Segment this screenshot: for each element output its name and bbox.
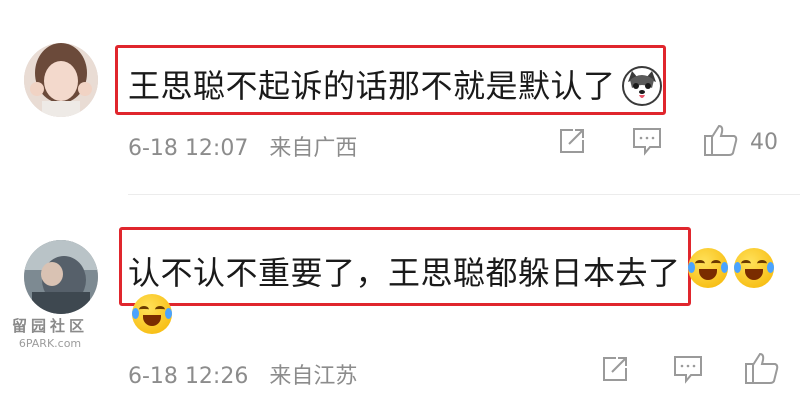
divider xyxy=(128,194,800,195)
comment-date: 6-18 xyxy=(128,364,178,389)
comment-meta: 6-18 12:07 来自广西 xyxy=(128,130,357,162)
thumbs-up-icon[interactable] xyxy=(744,351,780,389)
share-icon[interactable] xyxy=(600,354,630,388)
husky-emoji-icon xyxy=(622,66,662,106)
laughing-crying-emoji-icon xyxy=(688,248,728,288)
comment-icon[interactable] xyxy=(631,126,663,160)
comment-location: 来自广西 xyxy=(269,136,358,161)
like-count: 40 xyxy=(750,130,778,155)
comment-time: 12:26 xyxy=(184,364,249,389)
comment-text: 王思聪不起诉的话那不就是默认了 xyxy=(128,67,616,105)
laughing-crying-emoji-icon xyxy=(132,294,172,334)
comment-location: 来自江苏 xyxy=(269,364,358,389)
comment-text: 认不认不重要了，王思聪都躲日本去了 xyxy=(128,254,681,292)
laughing-crying-emoji-icon xyxy=(734,248,774,288)
comment-meta: 6-18 12:26 来自江苏 xyxy=(128,358,357,390)
comment-item: 认不认不重要了，王思聪都躲日本去了 6-18 12:26 来自江苏 xyxy=(0,196,800,403)
comment-time: 12:07 xyxy=(184,136,249,161)
thumbs-up-icon[interactable] xyxy=(703,123,739,161)
comment-item: 王思聪不起诉的话那不就是默认了 6-18 12:07 来自广西 40 xyxy=(0,0,800,196)
watermark-latin: 6PARK.com xyxy=(18,337,82,350)
watermark-hanzi: 留园社区 xyxy=(11,317,88,335)
avatar[interactable] xyxy=(24,43,98,117)
avatar[interactable] xyxy=(24,240,98,314)
comment-date: 6-18 xyxy=(128,136,178,161)
comment-icon[interactable] xyxy=(672,354,704,388)
share-icon[interactable] xyxy=(557,126,587,160)
watermark: 留园社区 6PARK.com xyxy=(10,315,90,350)
